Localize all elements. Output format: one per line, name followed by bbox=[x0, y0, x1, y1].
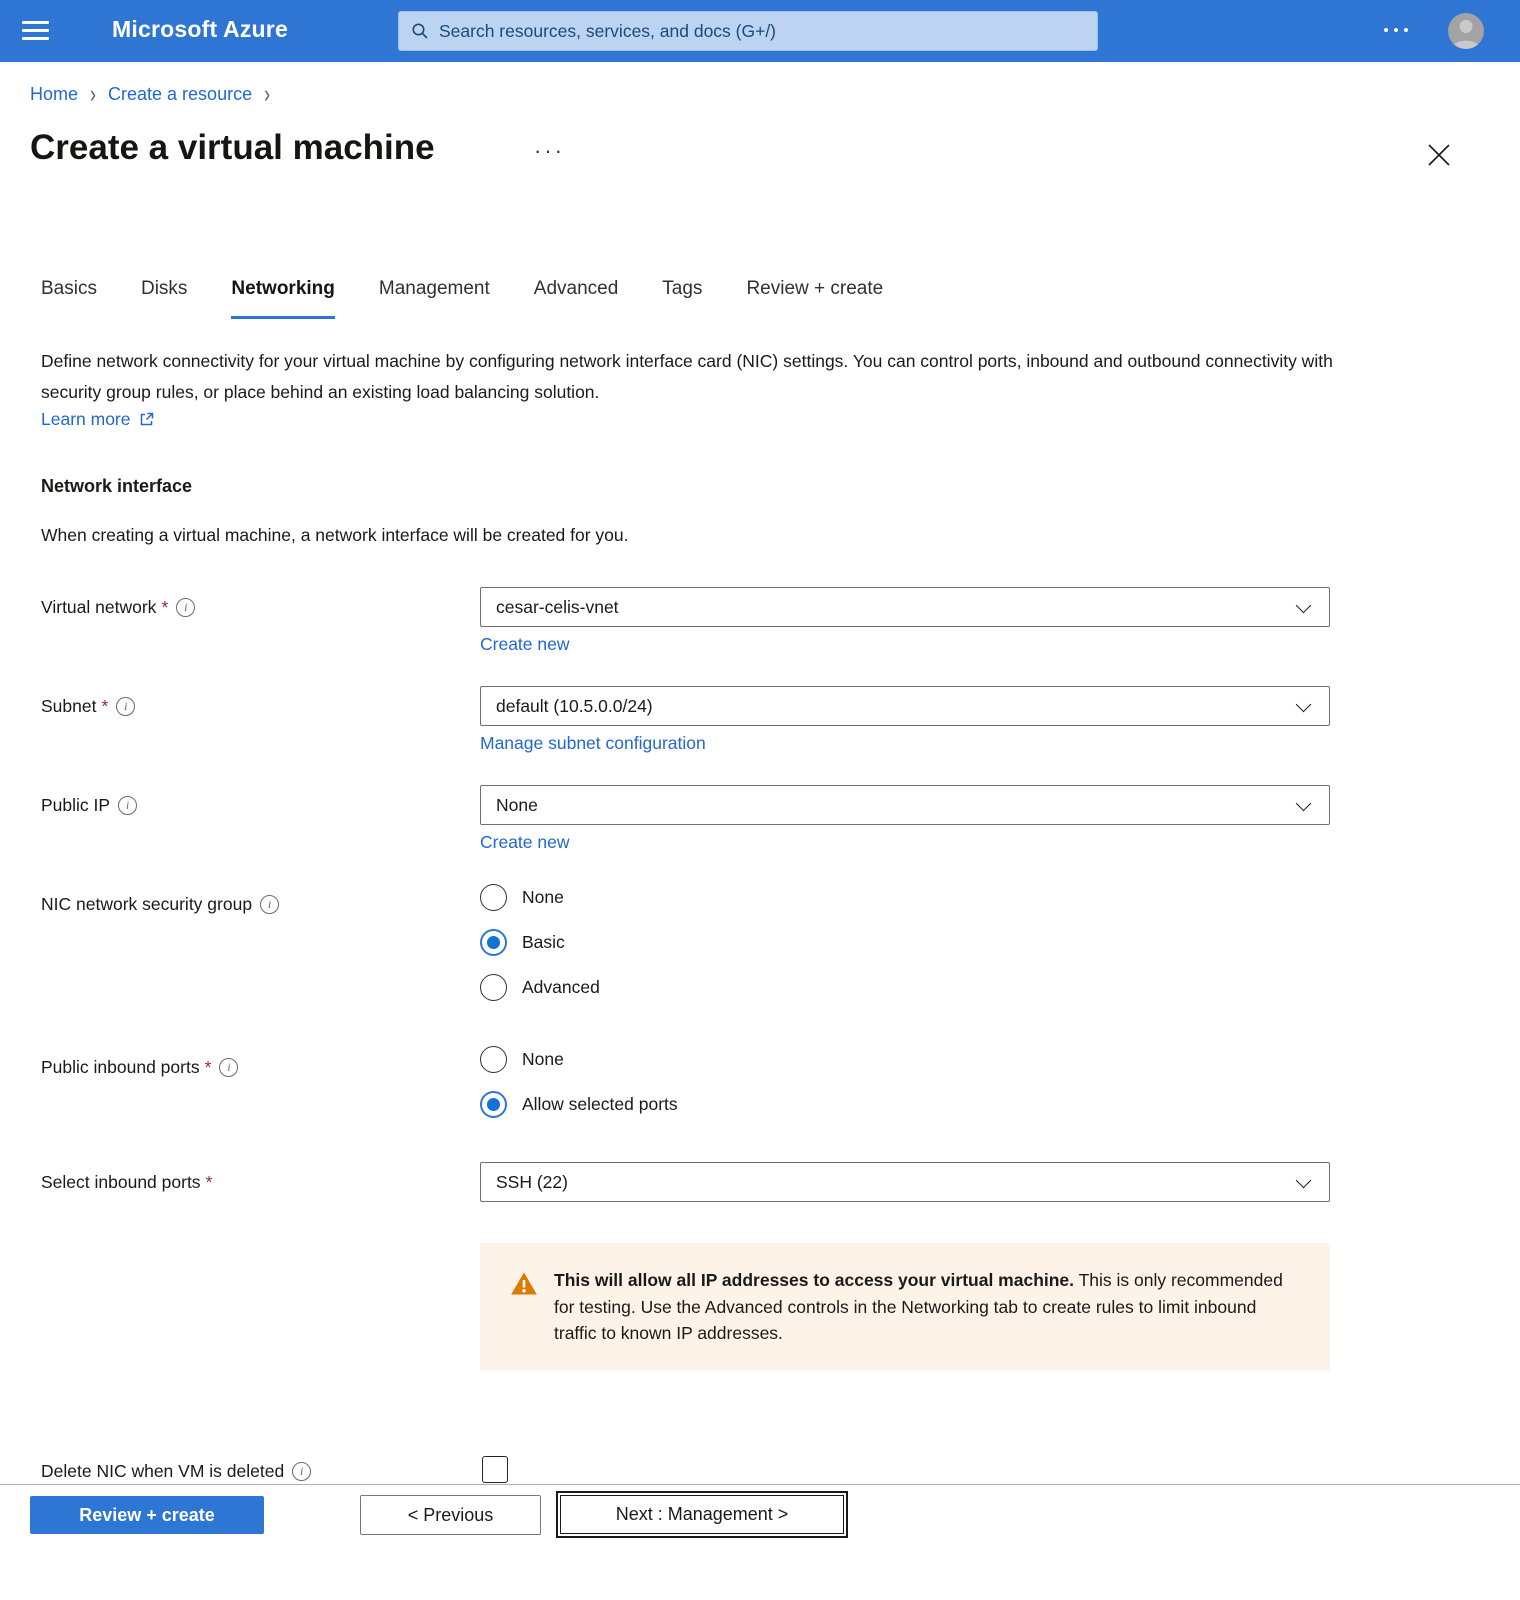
public-inbound-ports-label: Public inbound ports i bbox=[41, 1057, 238, 1078]
section-subtext: When creating a virtual machine, a netwo… bbox=[41, 525, 629, 546]
warning-bold-text: This will allow all IP addresses to acce… bbox=[554, 1270, 1074, 1290]
person-icon bbox=[1448, 13, 1484, 49]
chevron-right-icon: › bbox=[264, 80, 270, 109]
breadcrumb-create-a-resource[interactable]: Create a resource bbox=[108, 84, 252, 105]
info-icon[interactable]: i bbox=[260, 895, 279, 914]
tab-review-create[interactable]: Review + create bbox=[746, 278, 883, 319]
tab-basics[interactable]: Basics bbox=[41, 278, 97, 319]
virtual-network-select[interactable]: cesar-celis-vnet bbox=[480, 587, 1330, 627]
previous-button[interactable]: < Previous bbox=[360, 1495, 541, 1535]
manage-subnet-configuration-link[interactable]: Manage subnet configuration bbox=[480, 733, 706, 754]
info-icon[interactable]: i bbox=[292, 1462, 311, 1481]
tab-networking[interactable]: Networking bbox=[231, 278, 334, 319]
info-icon[interactable]: i bbox=[219, 1058, 238, 1077]
page-title: Create a virtual machine bbox=[30, 128, 435, 168]
chevron-down-icon bbox=[1296, 796, 1312, 812]
external-link-icon bbox=[138, 411, 155, 428]
virtual-network-label: Virtual network i bbox=[41, 597, 195, 618]
public-ip-label: Public IP i bbox=[41, 795, 137, 816]
radio-checked-icon bbox=[480, 929, 507, 956]
warning-triangle-icon bbox=[510, 1270, 538, 1298]
tab-management[interactable]: Management bbox=[379, 278, 490, 319]
tab-description: Define network connectivity for your vir… bbox=[41, 346, 1361, 408]
nic-nsg-option-none[interactable]: None bbox=[480, 884, 564, 911]
delete-nic-label: Delete NIC when VM is deleted i bbox=[41, 1461, 311, 1482]
warning-banner: This will allow all IP addresses to acce… bbox=[480, 1243, 1330, 1371]
select-inbound-ports-value: SSH (22) bbox=[496, 1172, 568, 1193]
next-management-button[interactable]: Next : Management > bbox=[556, 1491, 848, 1538]
breadcrumb-home[interactable]: Home bbox=[30, 84, 78, 105]
more-options-icon[interactable] bbox=[1384, 28, 1408, 32]
search-icon bbox=[411, 22, 429, 40]
radio-checked-icon bbox=[480, 1091, 507, 1118]
chevron-down-icon bbox=[1296, 598, 1312, 614]
delete-nic-checkbox[interactable] bbox=[482, 1456, 508, 1483]
subnet-value: default (10.5.0.0/24) bbox=[496, 696, 653, 717]
breadcrumb: Home › Create a resource › bbox=[30, 84, 270, 105]
nic-nsg-label: NIC network security group i bbox=[41, 894, 279, 915]
azure-top-bar: Microsoft Azure bbox=[0, 0, 1520, 62]
public-ip-select[interactable]: None bbox=[480, 785, 1330, 825]
section-heading-network-interface: Network interface bbox=[41, 476, 192, 497]
radio-unchecked-icon bbox=[480, 1046, 507, 1073]
public-inbound-ports-option-none[interactable]: None bbox=[480, 1046, 564, 1073]
public-ip-create-new-link[interactable]: Create new bbox=[480, 832, 570, 853]
avatar[interactable] bbox=[1448, 13, 1484, 49]
hamburger-menu-icon[interactable] bbox=[22, 21, 49, 41]
virtual-network-create-new-link[interactable]: Create new bbox=[480, 634, 570, 655]
virtual-network-value: cesar-celis-vnet bbox=[496, 597, 619, 618]
public-inbound-ports-option-allow[interactable]: Allow selected ports bbox=[480, 1091, 678, 1118]
info-icon[interactable]: i bbox=[118, 796, 137, 815]
tab-disks[interactable]: Disks bbox=[141, 278, 187, 319]
chevron-down-icon bbox=[1296, 1173, 1312, 1189]
wizard-footer: Review + create < Previous Next : Manage… bbox=[0, 1484, 1520, 1600]
public-ip-value: None bbox=[496, 795, 538, 816]
learn-more-link[interactable]: Learn more bbox=[41, 409, 155, 430]
close-icon[interactable] bbox=[1424, 140, 1454, 170]
nic-nsg-option-basic[interactable]: Basic bbox=[480, 929, 565, 956]
title-more-options-icon[interactable]: ··· bbox=[534, 138, 565, 164]
subnet-label: Subnet i bbox=[41, 696, 135, 717]
review-create-button[interactable]: Review + create bbox=[30, 1496, 264, 1534]
next-management-button-label: Next : Management > bbox=[560, 1495, 844, 1534]
wizard-tabs: Basics Disks Networking Management Advan… bbox=[41, 278, 883, 319]
chevron-right-icon: › bbox=[90, 80, 96, 109]
chevron-down-icon bbox=[1296, 697, 1312, 713]
nic-nsg-option-advanced[interactable]: Advanced bbox=[480, 974, 600, 1001]
brand-title: Microsoft Azure bbox=[112, 16, 288, 43]
radio-unchecked-icon bbox=[480, 974, 507, 1001]
select-inbound-ports-select[interactable]: SSH (22) bbox=[480, 1162, 1330, 1202]
tab-advanced[interactable]: Advanced bbox=[534, 278, 619, 319]
global-search[interactable] bbox=[398, 11, 1098, 51]
info-icon[interactable]: i bbox=[176, 598, 195, 617]
search-input[interactable] bbox=[439, 21, 1085, 42]
select-inbound-ports-label: Select inbound ports bbox=[41, 1172, 212, 1193]
subnet-select[interactable]: default (10.5.0.0/24) bbox=[480, 686, 1330, 726]
radio-unchecked-icon bbox=[480, 884, 507, 911]
warning-text: This will allow all IP addresses to acce… bbox=[554, 1267, 1296, 1371]
tab-tags[interactable]: Tags bbox=[662, 278, 702, 319]
info-icon[interactable]: i bbox=[116, 697, 135, 716]
learn-more-label: Learn more bbox=[41, 409, 131, 430]
